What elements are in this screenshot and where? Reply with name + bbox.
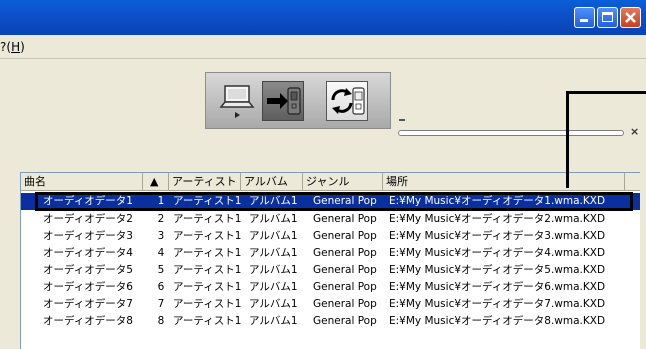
computer-button[interactable] — [216, 81, 258, 121]
cell-genre: General Pop — [313, 230, 377, 242]
cell-album: アルバム1 — [249, 264, 298, 276]
cell-genre: General Pop — [313, 281, 377, 293]
cell-genre: General Pop — [313, 315, 377, 327]
transfer-panel — [205, 72, 391, 129]
table-row[interactable]: オーディオデータ2 2 アーティスト1 アルバム1 General Pop E:… — [21, 211, 640, 228]
close-icon — [625, 12, 636, 23]
cell-artist: アーティスト1 — [173, 230, 242, 242]
cell-title: オーディオデータ8 — [43, 315, 133, 327]
callout-line — [566, 91, 569, 188]
table-row[interactable]: オーディオデータ3 3 アーティスト1 アルバム1 General Pop E:… — [21, 228, 640, 245]
cell-artist: アーティスト1 — [173, 213, 242, 225]
cell-artist: アーティスト1 — [173, 315, 242, 327]
minimize-button[interactable] — [574, 7, 595, 28]
cell-album: アルバム1 — [249, 230, 298, 242]
cell-album: アルバム1 — [249, 281, 298, 293]
toolbar: × — [0, 59, 646, 151]
cell-number: 2 — [157, 213, 165, 225]
cell-location: E:¥My Music¥オーディオデータ8.wma.KXD — [389, 315, 606, 327]
menu-bar: ?(H) — [0, 35, 646, 59]
cell-location: E:¥My Music¥オーディオデータ3.wma.KXD — [389, 230, 606, 242]
cell-number: 3 — [157, 230, 165, 242]
maximize-button[interactable] — [597, 7, 618, 28]
minimize-icon — [580, 19, 588, 22]
column-header-location[interactable]: 場所 — [383, 173, 625, 190]
cell-title: オーディオデータ3 — [43, 230, 133, 242]
table-row[interactable]: オーディオデータ6 6 アーティスト1 アルバム1 General Pop E:… — [21, 279, 640, 296]
maximize-icon — [602, 12, 613, 22]
cell-location: E:¥My Music¥オーディオデータ5.wma.KXD — [389, 264, 606, 276]
progress-bar — [398, 130, 624, 136]
callout-line — [566, 91, 646, 94]
table-row[interactable]: オーディオデータ5 5 アーティスト1 アルバム1 General Pop E:… — [21, 262, 640, 279]
cell-artist: アーティスト1 — [173, 247, 242, 259]
cell-location: E:¥My Music¥オーディオデータ7.wma.KXD — [389, 298, 606, 310]
progress-indicator — [399, 119, 405, 121]
cell-genre: General Pop — [313, 213, 377, 225]
column-header-genre[interactable]: ジャンル — [303, 173, 383, 190]
menu-help-suffix: ) — [20, 40, 25, 54]
column-header-number[interactable]: ▲ — [143, 173, 169, 190]
cell-artist: アーティスト1 — [173, 298, 242, 310]
computer-icon — [219, 85, 255, 118]
cell-title: オーディオデータ2 — [43, 213, 133, 225]
menu-help-prefix: ?( — [0, 40, 12, 54]
menu-help-accel: H — [11, 40, 21, 54]
cell-genre: General Pop — [313, 247, 377, 259]
cell-genre: General Pop — [313, 264, 377, 276]
cell-artist: アーティスト1 — [173, 264, 242, 276]
cell-number: 5 — [157, 264, 165, 276]
cell-title: オーディオデータ5 — [43, 264, 133, 276]
column-header-artist[interactable]: アーティスト — [169, 173, 241, 190]
transfer-to-player-icon — [267, 87, 301, 115]
selection-highlight — [35, 192, 633, 211]
cell-artist: アーティスト1 — [173, 281, 242, 293]
column-header-album[interactable]: アルバム — [241, 173, 303, 190]
table-row[interactable]: オーディオデータ8 8 アーティスト1 アルバム1 General Pop E:… — [21, 313, 640, 330]
menu-help[interactable]: ?(H) — [0, 40, 25, 54]
cell-album: アルバム1 — [249, 247, 298, 259]
table-row[interactable]: オーディオデータ4 4 アーティスト1 アルバム1 General Pop E:… — [21, 245, 640, 262]
cell-album: アルバム1 — [249, 315, 298, 327]
cell-album: アルバム1 — [249, 298, 298, 310]
cell-number: 7 — [157, 298, 165, 310]
list-header: 曲名 ▲ アーティスト アルバム ジャンル 場所 — [21, 173, 640, 191]
cell-title: オーディオデータ6 — [43, 281, 133, 293]
cell-number: 4 — [157, 247, 165, 259]
sync-button[interactable] — [326, 81, 368, 121]
cell-title: オーディオデータ4 — [43, 247, 133, 259]
cell-title: オーディオデータ7 — [43, 298, 133, 310]
cell-number: 8 — [157, 315, 165, 327]
cell-number: 6 — [157, 281, 165, 293]
cell-location: E:¥My Music¥オーディオデータ2.wma.KXD — [389, 213, 606, 225]
cell-genre: General Pop — [313, 298, 377, 310]
sync-icon — [331, 87, 365, 115]
title-bar — [0, 0, 646, 35]
cell-location: E:¥My Music¥オーディオデータ4.wma.KXD — [389, 247, 606, 259]
cell-album: アルバム1 — [249, 213, 298, 225]
close-button[interactable] — [620, 7, 641, 28]
table-row[interactable]: オーディオデータ7 7 アーティスト1 アルバム1 General Pop E:… — [21, 296, 640, 313]
cell-location: E:¥My Music¥オーディオデータ6.wma.KXD — [389, 281, 606, 293]
transfer-to-player-button[interactable] — [262, 81, 304, 121]
track-list[interactable]: 曲名 ▲ アーティスト アルバム ジャンル 場所 オーディオデータ1 1 アーテ… — [20, 172, 640, 349]
progress-close-button[interactable]: × — [630, 125, 639, 138]
column-header-title[interactable]: 曲名 — [21, 173, 143, 190]
